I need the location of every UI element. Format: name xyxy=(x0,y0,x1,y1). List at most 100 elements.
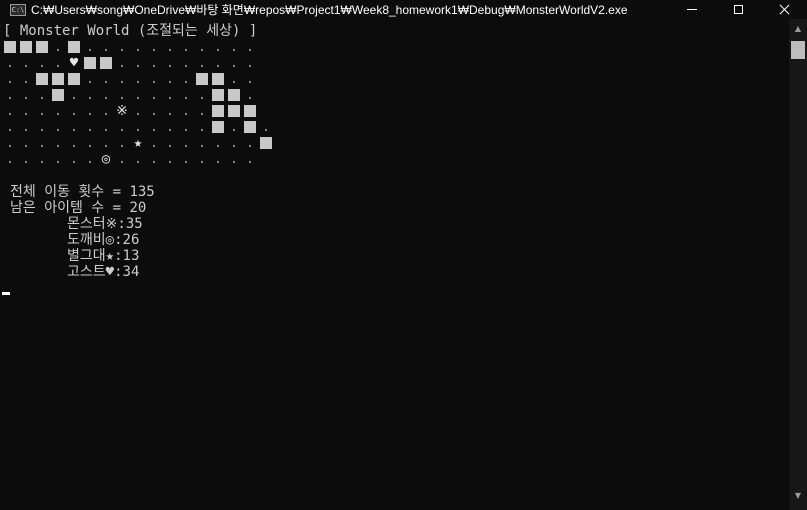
monster-count-line: 도깨비 ◎:26 xyxy=(67,232,139,248)
wall-block xyxy=(242,119,258,135)
empty-dot: . xyxy=(6,88,14,102)
empty-dot: . xyxy=(38,136,46,150)
vertical-scrollbar[interactable]: ▲ ▼ xyxy=(789,19,807,510)
empty-dot: . xyxy=(198,88,206,102)
items-left-line: 남은 아이템 수 = 20 xyxy=(10,200,146,216)
empty-dot: . xyxy=(70,152,78,166)
monster-count: 26 xyxy=(122,232,140,248)
empty-dot: . xyxy=(246,136,254,150)
wall-block xyxy=(258,135,274,151)
empty-dot: . xyxy=(134,104,142,118)
empty-dot: . xyxy=(118,72,126,86)
items-left-value: 20 xyxy=(129,200,147,216)
empty-dot: . xyxy=(86,136,94,150)
empty-dot: . xyxy=(150,40,158,54)
close-button[interactable] xyxy=(761,0,807,19)
total-moves-value: 135 xyxy=(129,184,155,200)
empty-dot: . xyxy=(150,136,158,150)
empty-dot: . xyxy=(6,104,14,118)
empty-dot: . xyxy=(118,40,126,54)
empty-dot: . xyxy=(86,104,94,118)
wall-block xyxy=(34,39,50,55)
empty-dot: . xyxy=(54,56,62,70)
minimize-button[interactable] xyxy=(669,0,715,19)
wall-block xyxy=(82,55,98,71)
empty-dot: . xyxy=(182,40,190,54)
monster-symbol-icon: ♥ xyxy=(105,264,115,280)
star-icon: ★ xyxy=(133,135,143,151)
empty-dot: . xyxy=(166,56,174,70)
monster-name: 고스트 xyxy=(67,264,106,280)
empty-dot: . xyxy=(70,104,78,118)
empty-dot: . xyxy=(198,56,206,70)
empty-dot: . xyxy=(230,152,238,166)
empty-dot: . xyxy=(214,56,222,70)
empty-dot: . xyxy=(118,152,126,166)
wall-block xyxy=(18,39,34,55)
wall-block xyxy=(210,119,226,135)
empty-dot: . xyxy=(22,88,30,102)
maximize-button[interactable] xyxy=(715,0,761,19)
empty-dot: . xyxy=(38,56,46,70)
empty-dot: . xyxy=(214,152,222,166)
empty-dot: . xyxy=(54,40,62,54)
empty-dot: . xyxy=(150,56,158,70)
minimize-icon xyxy=(687,9,697,10)
text-cursor xyxy=(2,292,10,295)
wall-block xyxy=(210,103,226,119)
console-output[interactable]: [ Monster World (조절되는 세상) ] ............… xyxy=(0,19,789,510)
scroll-up-arrow-icon[interactable]: ▲ xyxy=(789,21,807,37)
empty-dot: . xyxy=(86,72,94,86)
empty-dot: . xyxy=(262,120,270,134)
empty-dot: . xyxy=(230,136,238,150)
empty-dot: . xyxy=(70,120,78,134)
wall-block xyxy=(2,39,18,55)
monster-icon: ※ xyxy=(116,103,128,119)
empty-dot: . xyxy=(6,72,14,86)
empty-dot: . xyxy=(38,104,46,118)
empty-dot: . xyxy=(198,152,206,166)
empty-dot: . xyxy=(38,152,46,166)
empty-dot: . xyxy=(166,104,174,118)
empty-dot: . xyxy=(246,56,254,70)
empty-dot: . xyxy=(102,120,110,134)
empty-dot: . xyxy=(102,72,110,86)
monster-count: 13 xyxy=(122,248,140,264)
empty-dot: . xyxy=(134,40,142,54)
empty-dot: . xyxy=(246,40,254,54)
monster-count-line: 고스트 ♥:34 xyxy=(67,264,139,280)
scroll-down-arrow-icon[interactable]: ▼ xyxy=(789,488,807,504)
empty-dot: . xyxy=(118,56,126,70)
empty-dot: . xyxy=(118,120,126,134)
empty-dot: . xyxy=(102,88,110,102)
empty-dot: . xyxy=(182,120,190,134)
wall-block xyxy=(194,71,210,87)
monster-count-line: 별그대 ★:13 xyxy=(67,248,139,264)
empty-dot: . xyxy=(246,88,254,102)
monster-name: 몬스터 xyxy=(67,216,106,232)
empty-dot: . xyxy=(150,88,158,102)
empty-dot: . xyxy=(6,120,14,134)
empty-dot: . xyxy=(22,120,30,134)
empty-dot: . xyxy=(86,120,94,134)
monster-count-line: 몬스터 ※:35 xyxy=(67,216,143,232)
empty-dot: . xyxy=(182,72,190,86)
wall-block xyxy=(210,87,226,103)
wall-block xyxy=(50,71,66,87)
empty-dot: . xyxy=(150,104,158,118)
empty-dot: . xyxy=(134,120,142,134)
empty-dot: . xyxy=(134,152,142,166)
wall-block xyxy=(50,87,66,103)
dokkaebi-icon: ◎ xyxy=(101,151,111,167)
wall-block xyxy=(210,71,226,87)
empty-dot: . xyxy=(198,104,206,118)
monster-name: 별그대 xyxy=(67,248,106,264)
items-left-label: 남은 아이템 수 = xyxy=(10,200,130,216)
scrollbar-thumb[interactable] xyxy=(791,41,805,59)
total-moves-line: 전체 이동 횟수 = 135 xyxy=(10,184,155,200)
console-app-icon[interactable]: C:\ xyxy=(10,3,26,16)
empty-dot: . xyxy=(6,152,14,166)
empty-dot: . xyxy=(150,120,158,134)
empty-dot: . xyxy=(182,152,190,166)
monster-symbol-icon: ◎ xyxy=(105,232,115,248)
